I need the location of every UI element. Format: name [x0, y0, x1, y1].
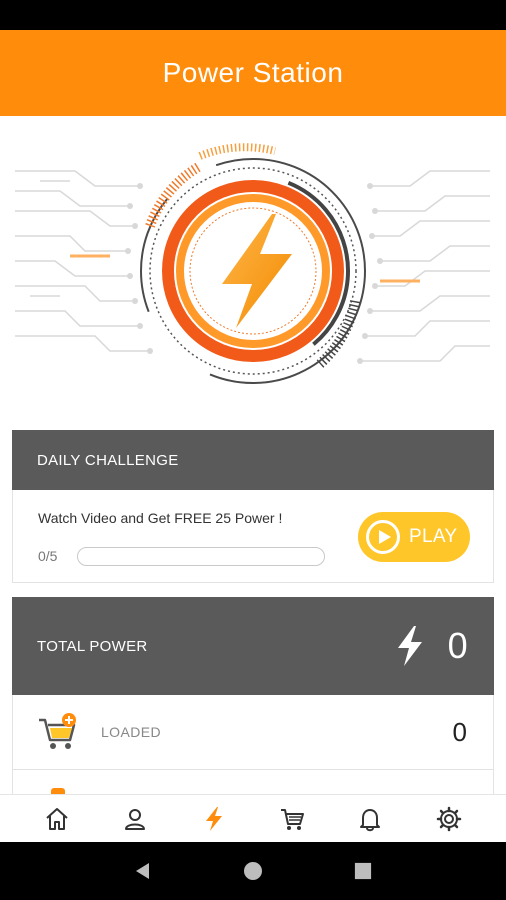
bolt-icon [222, 214, 292, 328]
daily-challenge-card: Watch Video and Get FREE 25 Power ! 0/5 … [12, 490, 494, 583]
nav-shop[interactable] [272, 799, 312, 839]
bell-icon [360, 808, 381, 831]
bolt-icon [397, 626, 422, 666]
nav-notifications[interactable] [350, 799, 390, 839]
system-navigation-bar [0, 842, 506, 900]
nav-settings[interactable] [429, 799, 469, 839]
gear-icon [436, 806, 462, 831]
loaded-label: LOADED [101, 724, 161, 740]
nav-power[interactable] [194, 799, 234, 839]
page-title: Power Station [162, 57, 344, 88]
circuit-lines-left [15, 170, 150, 352]
system-home-button[interactable] [233, 851, 273, 891]
total-power-card: TOTAL POWER 0 [12, 597, 494, 695]
circuit-lines-right [360, 170, 490, 362]
progress-label: 0/5 [38, 548, 58, 564]
play-icon [366, 520, 400, 554]
daily-challenge-title: DAILY CHALLENGE [37, 451, 179, 469]
total-power-label: TOTAL POWER [37, 637, 148, 655]
system-recents-button[interactable] [343, 851, 383, 891]
system-back-button[interactable] [123, 851, 163, 891]
status-bar [0, 0, 506, 30]
nav-home[interactable] [37, 799, 77, 839]
loaded-row: LOADED 0 [12, 695, 494, 770]
person-icon [125, 808, 146, 830]
nav-profile[interactable] [115, 799, 155, 839]
play-button-label: PLAY [409, 526, 458, 547]
daily-challenge-header: DAILY CHALLENGE [12, 430, 494, 490]
list-item [12, 770, 494, 794]
total-power-value: 0 [447, 625, 468, 666]
cart-icon [281, 808, 305, 830]
daily-challenge-text: Watch Video and Get FREE 25 Power ! [38, 510, 283, 526]
play-button[interactable]: PLAY [358, 512, 470, 562]
bottom-navigation [0, 794, 506, 842]
home-icon [46, 807, 68, 830]
app-bar: Power Station [0, 30, 506, 116]
recents-icon [354, 862, 372, 880]
power-hero-graphic [0, 116, 506, 426]
power-gauge-illustration [15, 143, 490, 384]
bolt-icon [205, 806, 222, 831]
loaded-value: 0 [452, 716, 467, 747]
home-circle-icon [244, 862, 262, 880]
progress-bar [77, 547, 325, 566]
back-icon [136, 863, 149, 879]
cart-add-icon [39, 713, 76, 749]
